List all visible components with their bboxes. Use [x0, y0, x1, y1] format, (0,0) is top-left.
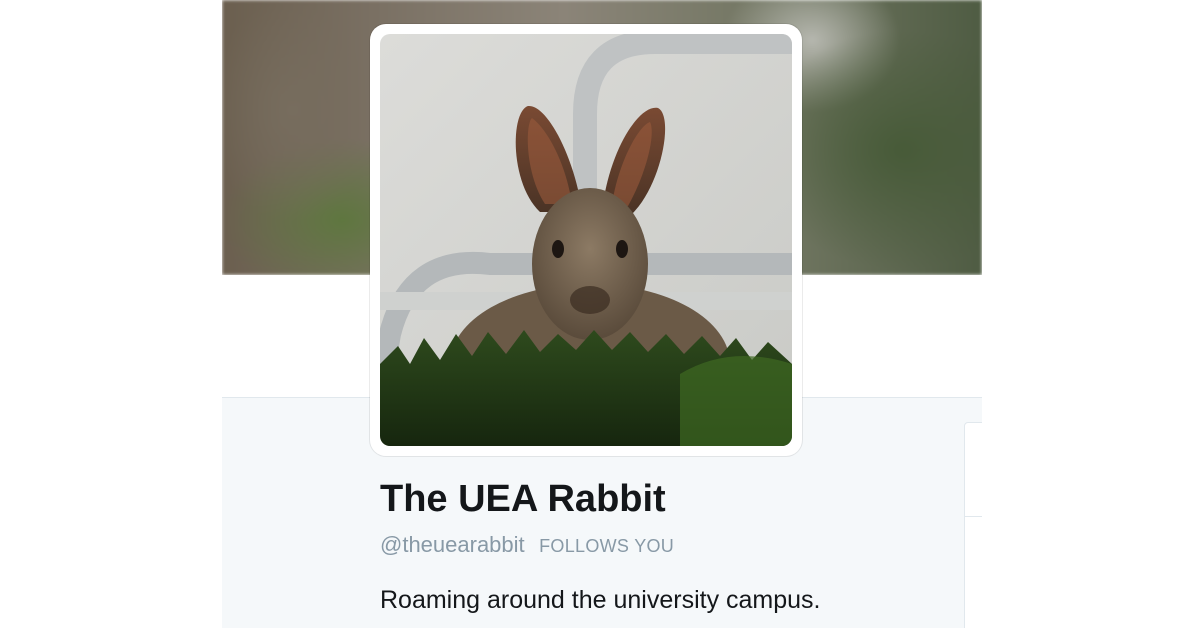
handle-row: @theuearabbit FOLLOWS YOU: [380, 532, 674, 558]
profile-avatar[interactable]: [370, 24, 802, 456]
rabbit-avatar-image: [380, 34, 792, 446]
side-panel-divider: [965, 516, 982, 517]
profile-handle[interactable]: @theuearabbit: [380, 532, 525, 557]
profile-display-name[interactable]: The UEA Rabbit: [380, 478, 666, 521]
follows-you-badge: FOLLOWS YOU: [539, 536, 675, 556]
profile-bio: Roaming around the university campus.: [380, 586, 821, 614]
side-panel-card: [964, 422, 982, 628]
profile-page: The UEA Rabbit @theuearabbit FOLLOWS YOU…: [222, 0, 982, 628]
